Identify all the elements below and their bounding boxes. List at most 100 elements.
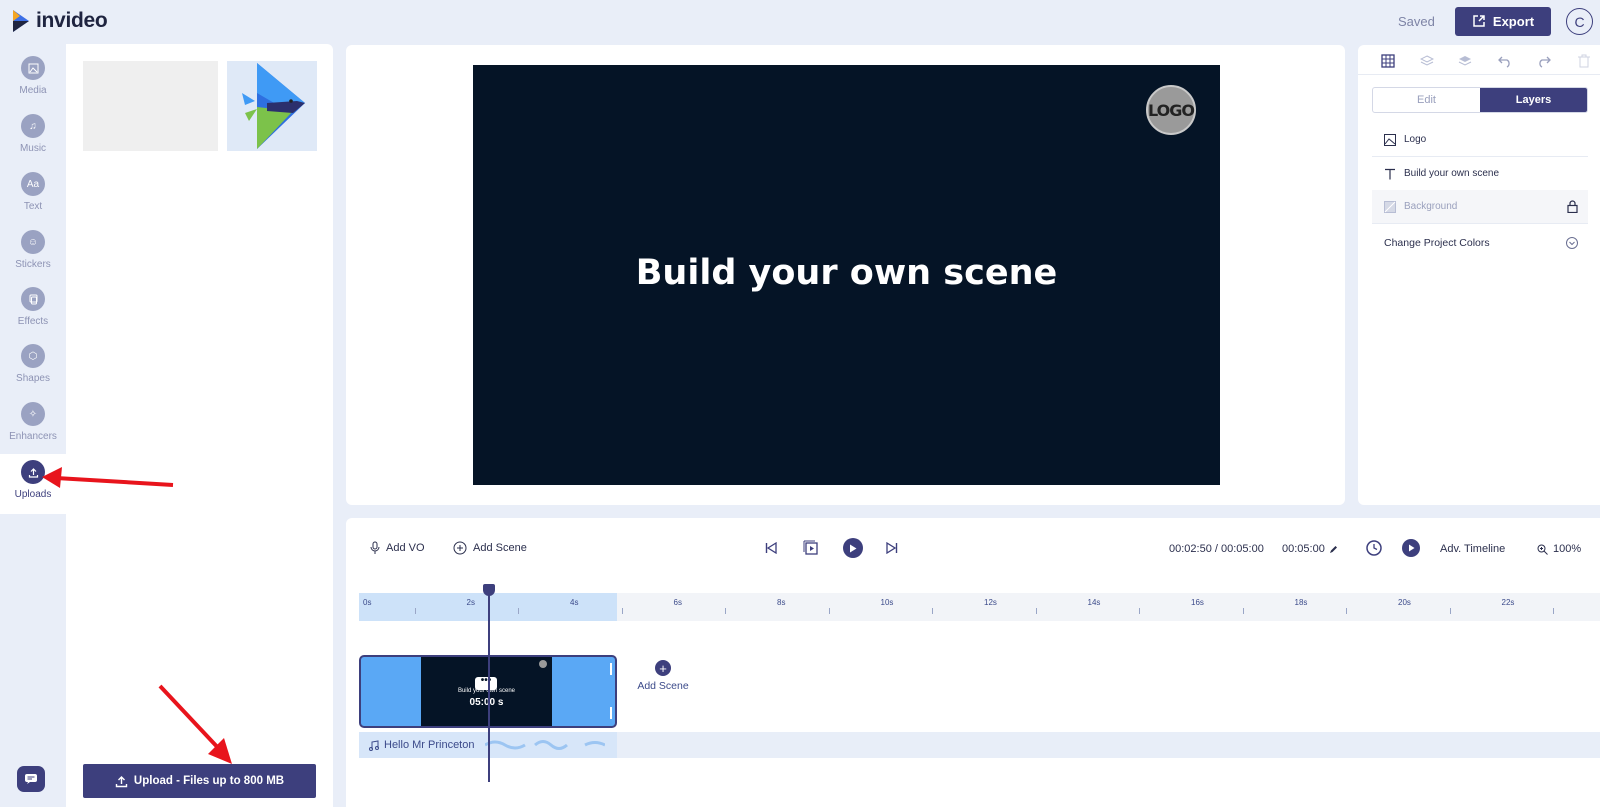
send-backward-icon[interactable] bbox=[1457, 53, 1473, 69]
play-scene-button[interactable] bbox=[1402, 539, 1420, 557]
ruler-tick-label: 12s bbox=[984, 598, 997, 607]
rail-item-effects[interactable]: Effects bbox=[0, 281, 66, 339]
audio-track-name: Hello Mr Princeton bbox=[384, 739, 475, 751]
ruler-tick bbox=[621, 608, 623, 614]
rail-item-enhancers[interactable]: ✧ Enhancers bbox=[0, 396, 66, 454]
ruler-tick bbox=[725, 608, 727, 614]
bring-forward-icon[interactable] bbox=[1419, 53, 1435, 69]
layer-background[interactable]: Background bbox=[1372, 190, 1588, 224]
clip-duration: 05:00 s bbox=[469, 697, 504, 708]
upload-button-label: Upload - Files up to 800 MB bbox=[133, 775, 285, 787]
rail-label: Effects bbox=[17, 316, 49, 327]
history-icon[interactable] bbox=[1365, 539, 1383, 557]
ruler-tick-label: 20s bbox=[1398, 598, 1411, 607]
clip-scene-text: Build your own scene bbox=[457, 688, 516, 694]
clip-trim-handle[interactable] bbox=[610, 707, 612, 719]
add-scene-top-button[interactable]: Add Scene bbox=[453, 541, 527, 555]
zoom-level: 100% bbox=[1553, 543, 1582, 555]
clip-thumbnail: ••• Build your own scene 05:00 s bbox=[421, 657, 552, 726]
skip-back-icon[interactable] bbox=[765, 542, 777, 554]
rail-item-media[interactable]: Media bbox=[0, 50, 66, 108]
app-name: invideo bbox=[36, 9, 108, 32]
enhancers-icon: ✧ bbox=[21, 402, 45, 426]
upload-thumbnail-fish[interactable] bbox=[227, 61, 317, 151]
play-button[interactable] bbox=[843, 538, 863, 558]
scene-title-text[interactable]: Build your own scene bbox=[473, 253, 1220, 293]
plus-icon: + bbox=[655, 660, 671, 676]
ruler-tick bbox=[518, 608, 520, 614]
grid-icon[interactable] bbox=[1380, 53, 1396, 69]
upload-icon bbox=[115, 775, 128, 787]
canvas-stage: LOGO Build your own scene bbox=[346, 45, 1345, 505]
chat-button[interactable] bbox=[17, 766, 45, 792]
add-vo-button[interactable]: Add VO bbox=[370, 541, 425, 555]
preview-scene-icon[interactable] bbox=[803, 540, 819, 556]
rail-label: Music bbox=[19, 143, 47, 154]
duration-label: 00:05:00 bbox=[1282, 543, 1325, 555]
layer-text[interactable]: Build your own scene bbox=[1372, 157, 1588, 191]
ruler-tick bbox=[1553, 608, 1555, 614]
zoom-control[interactable]: 100% bbox=[1537, 543, 1581, 555]
chat-icon bbox=[25, 774, 37, 784]
app-logo[interactable]: invideo bbox=[10, 8, 108, 34]
upload-files-button[interactable]: Upload - Files up to 800 MB bbox=[83, 764, 316, 798]
tab-edit[interactable]: Edit bbox=[1373, 88, 1480, 112]
add-scene-timeline-label: Add Scene bbox=[637, 680, 689, 692]
fish-logo-image bbox=[242, 63, 305, 149]
ruler-tick-label: 0s bbox=[363, 598, 372, 607]
effects-icon bbox=[21, 287, 45, 311]
ruler-tick bbox=[828, 608, 830, 614]
zoom-icon bbox=[1537, 544, 1548, 555]
panel-toolbar bbox=[1358, 45, 1600, 75]
rail-item-uploads[interactable]: Uploads bbox=[0, 454, 66, 514]
music-icon: ♫ bbox=[21, 114, 45, 138]
music-icon bbox=[369, 739, 379, 751]
add-scene-label: Add Scene bbox=[473, 542, 527, 554]
clip-trim-handle[interactable] bbox=[610, 663, 612, 675]
text-icon bbox=[1385, 168, 1395, 179]
export-icon bbox=[1473, 15, 1485, 27]
duration-edit[interactable]: 00:05:00 bbox=[1282, 543, 1338, 555]
rail-label: Enhancers bbox=[9, 431, 57, 442]
ruler-tick bbox=[1346, 608, 1348, 614]
audio-track: Hello Mr Princeton bbox=[359, 732, 1600, 758]
ruler-tick-label: 22s bbox=[1501, 598, 1515, 607]
ruler-tick-label: 16s bbox=[1191, 598, 1204, 607]
ruler-tick bbox=[1449, 608, 1451, 614]
playhead-handle[interactable] bbox=[483, 584, 495, 596]
rail-item-text[interactable]: Aa Text bbox=[0, 166, 66, 224]
layer-logo[interactable]: Logo bbox=[1372, 123, 1588, 157]
add-circle-icon bbox=[453, 541, 467, 555]
add-scene-timeline-button[interactable]: + Add Scene bbox=[628, 660, 698, 692]
playhead[interactable] bbox=[488, 584, 490, 782]
time-ruler[interactable]: 0s 2s 4s 6s 8s 10s 12s 14s 16s 18s 20s 22s bbox=[359, 593, 1600, 621]
top-bar: invideo Saved Export C bbox=[0, 0, 1600, 44]
image-icon bbox=[1384, 133, 1396, 146]
layer-label: Logo bbox=[1404, 134, 1427, 145]
undo-icon[interactable] bbox=[1497, 53, 1513, 69]
adv-timeline-button[interactable]: Adv. Timeline bbox=[1440, 543, 1505, 555]
ruler-tick-label: 18s bbox=[1294, 598, 1308, 607]
scene-canvas[interactable]: LOGO Build your own scene bbox=[473, 65, 1220, 485]
change-project-colors[interactable]: Change Project Colors bbox=[1372, 228, 1588, 258]
export-button[interactable]: Export bbox=[1455, 7, 1551, 36]
rail-item-shapes[interactable]: ⬡ Shapes bbox=[0, 338, 66, 396]
rail-item-stickers[interactable]: ☺ Stickers bbox=[0, 224, 66, 282]
user-avatar[interactable]: C bbox=[1566, 8, 1593, 35]
logo-placeholder[interactable]: LOGO bbox=[1146, 85, 1196, 135]
background-icon bbox=[1384, 200, 1396, 213]
add-vo-label: Add VO bbox=[386, 542, 425, 554]
redo-icon[interactable] bbox=[1536, 53, 1552, 69]
ruler-tick bbox=[414, 608, 416, 614]
skip-forward-icon[interactable] bbox=[886, 542, 898, 554]
uploads-panel: Upload - Files up to 800 MB bbox=[66, 44, 333, 807]
lock-icon[interactable] bbox=[1567, 200, 1578, 213]
rail-label: Shapes bbox=[16, 373, 50, 384]
invideo-logo-icon bbox=[13, 10, 29, 32]
delete-icon[interactable] bbox=[1576, 53, 1592, 69]
waveform bbox=[485, 740, 606, 750]
tab-layers[interactable]: Layers bbox=[1480, 88, 1587, 112]
upload-thumbnail-blank[interactable] bbox=[83, 61, 218, 151]
layer-label: Build your own scene bbox=[1404, 168, 1500, 179]
rail-item-music[interactable]: ♫ Music bbox=[0, 108, 66, 166]
